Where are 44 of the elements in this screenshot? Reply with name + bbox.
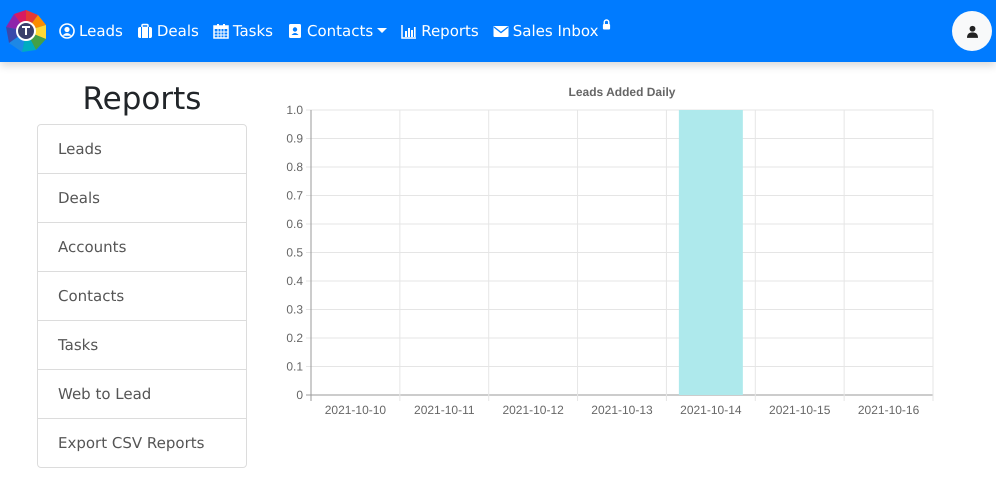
page-title: Reports	[82, 80, 202, 118]
user-circle-icon	[59, 23, 75, 39]
y-axis-label: 0.2	[286, 331, 303, 345]
x-axis-label: 2021-10-14	[680, 403, 742, 417]
report-link[interactable]: Web to Lead	[38, 370, 246, 419]
y-axis-label: 0.7	[286, 188, 303, 202]
x-axis-label: 2021-10-16	[858, 403, 920, 417]
contact-card-icon	[287, 23, 304, 39]
chart-title: Leads Added Daily	[568, 85, 676, 99]
y-axis-label: 0	[296, 388, 303, 402]
caret-icon	[377, 28, 388, 34]
lock-icon	[602, 19, 610, 30]
nav-link[interactable]: Contacts	[280, 16, 394, 46]
calendar-icon	[212, 23, 229, 39]
nav-link[interactable]: Reports	[394, 16, 486, 46]
briefcase-icon	[136, 23, 153, 39]
x-axis-label: 2021-10-13	[591, 403, 653, 417]
nav-link[interactable]: Sales Inbox	[486, 16, 618, 46]
y-axis-label: 1.0	[286, 103, 303, 117]
nav-link[interactable]: Deals	[130, 16, 206, 46]
report-link[interactable]: Accounts	[38, 223, 246, 272]
y-axis-label: 0.8	[286, 160, 303, 174]
report-link[interactable]: Leads	[38, 125, 246, 174]
x-axis-label: 2021-10-15	[769, 403, 830, 417]
y-axis-label: 0.3	[286, 302, 303, 316]
y-axis-label: 0.5	[286, 246, 303, 260]
envelope-icon	[492, 23, 509, 39]
bar-chart-icon	[401, 23, 418, 39]
x-axis-label: 2021-10-10	[324, 403, 386, 417]
y-axis-label: 0.4	[286, 274, 303, 288]
y-axis-label: 0.9	[286, 132, 303, 146]
report-link[interactable]: Deals	[38, 174, 246, 223]
y-axis-label: 0.1	[286, 360, 303, 374]
nav-link[interactable]: Tasks	[206, 16, 280, 46]
report-link[interactable]: Export CSV Reports	[38, 419, 246, 467]
y-axis-label: 0.6	[286, 217, 303, 231]
x-axis-label: 2021-10-12	[502, 403, 564, 417]
nav-link[interactable]: Leads	[52, 16, 130, 46]
user-menu-button[interactable]	[952, 11, 992, 51]
x-axis-label: 2021-10-11	[414, 403, 475, 417]
report-link[interactable]: Contacts	[38, 272, 246, 321]
report-link[interactable]: Tasks	[38, 321, 246, 370]
logo-icon[interactable]	[4, 9, 48, 53]
user-icon	[966, 24, 978, 38]
